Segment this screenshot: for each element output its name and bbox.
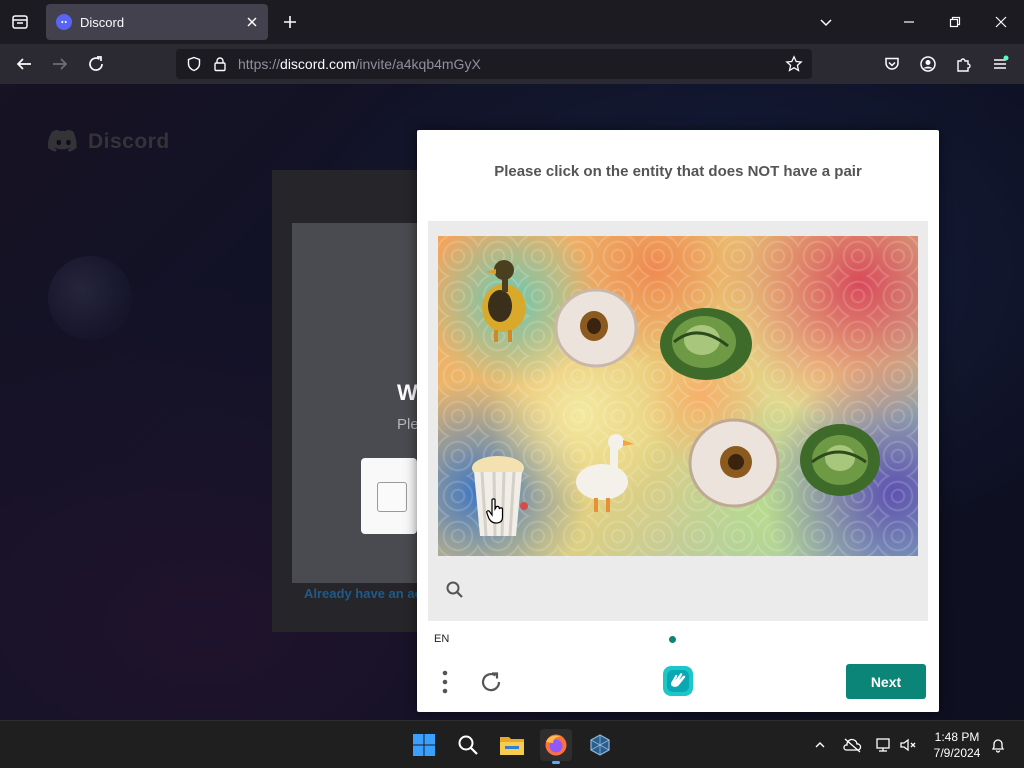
- reload-icon[interactable]: [84, 52, 108, 76]
- app-menu-icon[interactable]: [988, 52, 1012, 76]
- lock-icon[interactable]: [210, 54, 230, 74]
- captcha-challenge-modal: Please click on the entity that does NOT…: [417, 130, 939, 712]
- challenge-prompt: Please click on the entity that does NOT…: [494, 163, 862, 180]
- auth-subtitle: Ple: [397, 416, 419, 433]
- next-button[interactable]: Next: [846, 664, 926, 699]
- tab-title: Discord: [80, 14, 125, 30]
- virtualbox-icon[interactable]: [584, 729, 616, 761]
- hcaptcha-logo-icon[interactable]: [661, 664, 695, 698]
- close-window-icon[interactable]: [989, 10, 1013, 34]
- goose-object[interactable]: [568, 432, 638, 516]
- new-tab-icon[interactable]: [278, 10, 302, 34]
- auth-title: W: [397, 380, 418, 405]
- account-icon[interactable]: [916, 52, 940, 76]
- url-text[interactable]: https://discord.com/invite/a4kqb4mGyX: [238, 56, 481, 72]
- extensions-icon[interactable]: [952, 52, 976, 76]
- bookmark-star-icon[interactable]: [784, 54, 804, 74]
- more-options-icon[interactable]: [435, 668, 455, 696]
- list-all-tabs-icon[interactable]: [814, 10, 838, 34]
- discord-favicon-icon: [56, 14, 72, 30]
- shield-icon[interactable]: [184, 54, 204, 74]
- windows-taskbar: 1:48 PM 7/9/2024: [0, 720, 1024, 768]
- duck-object[interactable]: [474, 250, 534, 344]
- close-tab-icon[interactable]: [240, 10, 264, 34]
- captcha-checkbox[interactable]: [377, 482, 407, 512]
- refresh-challenge-icon[interactable]: [477, 668, 505, 696]
- url-host: discord.com: [280, 56, 356, 72]
- file-explorer-icon[interactable]: [496, 729, 528, 761]
- start-menu-icon[interactable]: [408, 729, 440, 761]
- minimize-icon[interactable]: [897, 10, 921, 34]
- firefox-taskbar-icon[interactable]: [540, 729, 572, 764]
- system-clock[interactable]: 1:48 PM 7/9/2024: [924, 729, 990, 761]
- navigation-bar: https://discord.com/invite/a4kqb4mGyX: [0, 44, 1024, 84]
- back-arrow-icon[interactable]: [12, 52, 36, 76]
- challenge-progress-dot: [669, 636, 676, 643]
- restore-icon[interactable]: [943, 10, 967, 34]
- popcorn-object[interactable]: [468, 454, 528, 540]
- task-area: [428, 221, 928, 621]
- url-bar[interactable]: https://discord.com/invite/a4kqb4mGyX: [176, 49, 812, 79]
- forward-arrow-icon[interactable]: [48, 52, 72, 76]
- cabbage-object[interactable]: [658, 302, 754, 382]
- cabbage-object[interactable]: [798, 420, 882, 498]
- challenge-image[interactable]: [438, 236, 918, 556]
- zoom-icon[interactable]: [445, 580, 465, 600]
- already-have-account-link[interactable]: Already have an ac: [304, 586, 417, 601]
- network-icon[interactable]: [872, 733, 896, 757]
- show-hidden-icons-chevron-icon[interactable]: [808, 733, 832, 757]
- url-path: /invite/a4kqb4mGyX: [355, 56, 481, 72]
- tab-bar: Discord: [0, 0, 1024, 44]
- pocket-icon[interactable]: [880, 52, 904, 76]
- donut-object[interactable]: [688, 418, 780, 508]
- tab-list-icon[interactable]: [8, 10, 32, 34]
- onedrive-offline-icon[interactable]: [840, 733, 864, 757]
- volume-muted-icon[interactable]: [896, 733, 920, 757]
- clock-date: 7/9/2024: [933, 746, 981, 760]
- donut-object[interactable]: [554, 288, 638, 368]
- hand-cursor-icon: [486, 498, 504, 524]
- clock-time: 1:48 PM: [934, 730, 980, 744]
- language-selector[interactable]: EN: [434, 633, 449, 645]
- url-prefix: https://: [238, 56, 281, 72]
- active-app-indicator: [552, 761, 560, 764]
- notifications-bell-icon[interactable]: [986, 733, 1010, 757]
- search-icon[interactable]: [452, 729, 484, 761]
- tab-discord[interactable]: Discord: [46, 4, 268, 40]
